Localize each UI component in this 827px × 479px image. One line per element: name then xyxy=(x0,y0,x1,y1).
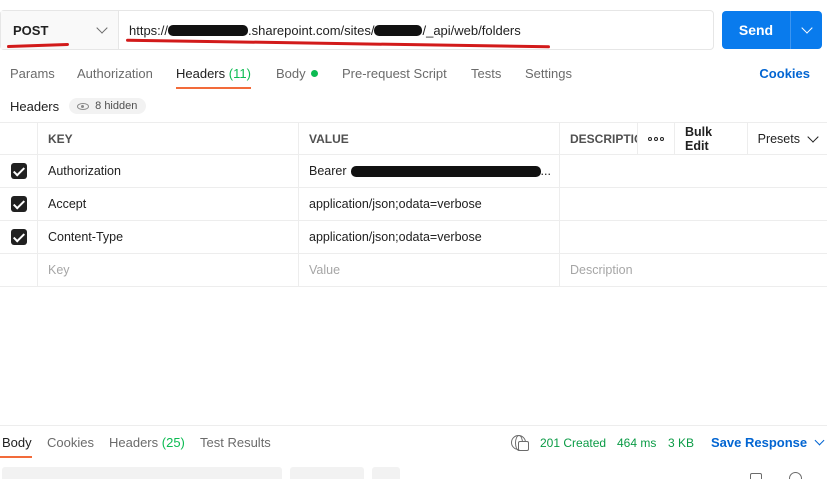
tab-pre-request-script[interactable]: Pre-request Script xyxy=(342,66,447,81)
table-row: Accept application/json;odata=verbose xyxy=(0,188,827,221)
method-label: POST xyxy=(13,22,49,38)
header-description-cell[interactable] xyxy=(560,221,827,253)
view-mode-segmented-control[interactable] xyxy=(2,467,282,479)
send-button-group: Send xyxy=(722,11,822,49)
hidden-headers-toggle[interactable]: 8 hidden xyxy=(69,98,147,114)
tab-settings[interactable]: Settings xyxy=(525,66,572,81)
header-key-cell[interactable]: Content-Type xyxy=(38,221,299,253)
table-tools: Bulk Edit Presets xyxy=(637,123,827,154)
method-select[interactable]: POST xyxy=(1,11,119,49)
redaction-mark xyxy=(374,24,423,36)
wrap-lines-button[interactable] xyxy=(372,467,400,479)
new-key-input[interactable]: Key xyxy=(38,254,299,286)
headers-title: Headers xyxy=(10,98,60,114)
column-key-header: KEY xyxy=(38,123,299,154)
headers-section-header: Headers 8 hidden xyxy=(10,96,147,116)
response-size[interactable]: 3 KB xyxy=(668,436,694,450)
table-row: Authorization Bearer ... xyxy=(0,155,827,188)
request-tabs: Params Authorization Headers (11) Body P… xyxy=(0,60,827,90)
table-header-row: KEY VALUE DESCRIPTION Bulk Edit Presets xyxy=(0,122,827,155)
annotation-underline xyxy=(126,38,550,49)
status-badge[interactable]: 201 Created xyxy=(540,436,606,450)
url-prefix: https:// xyxy=(129,22,169,38)
table-row-new: Key Value Description xyxy=(0,254,827,287)
more-horizontal-icon xyxy=(648,136,664,141)
headers-table: KEY VALUE DESCRIPTION Bulk Edit Presets … xyxy=(0,122,827,287)
chevron-down-icon xyxy=(814,435,825,446)
globe-icon[interactable] xyxy=(511,435,529,451)
send-options-button[interactable] xyxy=(790,11,822,49)
header-key-cell[interactable]: Accept xyxy=(38,188,299,220)
response-time[interactable]: 464 ms xyxy=(617,436,656,450)
tab-headers-count: (11) xyxy=(228,66,251,81)
presets-label: Presets xyxy=(757,131,800,146)
save-response-button[interactable]: Save Response xyxy=(711,435,825,450)
new-description-input[interactable]: Description xyxy=(560,254,827,286)
header-description-cell[interactable] xyxy=(560,155,827,187)
tab-params[interactable]: Params xyxy=(10,66,55,81)
header-value-cell[interactable]: application/json;odata=verbose xyxy=(299,221,560,253)
response-tab-headers-label: Headers xyxy=(109,435,159,450)
body-status-dot-icon xyxy=(310,70,318,77)
redaction-mark xyxy=(168,24,249,36)
header-value-text: Bearer xyxy=(309,164,347,178)
url-path: /_api/web/folders xyxy=(422,22,521,38)
row-check-cell xyxy=(0,188,38,220)
response-tab-headers-count: (25) xyxy=(161,435,185,450)
active-tab-indicator xyxy=(176,87,251,89)
chevron-down-icon xyxy=(807,130,819,143)
column-value-header: VALUE xyxy=(299,123,560,154)
response-panel: Body Cookies Headers (25) Test Results 2… xyxy=(0,425,827,479)
response-tab-body[interactable]: Body xyxy=(2,435,32,450)
checkbox-checked-icon[interactable] xyxy=(10,196,27,212)
search-icon[interactable] xyxy=(789,472,802,479)
cookies-link[interactable]: Cookies xyxy=(759,66,810,81)
send-button[interactable]: Send xyxy=(722,11,790,49)
response-toolbar xyxy=(2,467,400,479)
response-tab-test-results[interactable]: Test Results xyxy=(200,435,271,450)
table-row: Content-Type application/json;odata=verb… xyxy=(0,221,827,254)
header-key-cell[interactable]: Authorization xyxy=(38,155,299,187)
copy-icon[interactable] xyxy=(750,473,762,479)
response-tab-cookies[interactable]: Cookies xyxy=(47,435,94,450)
url-host: .sharepoint.com/sites/ xyxy=(248,22,375,38)
row-check-cell xyxy=(0,221,38,253)
format-select[interactable] xyxy=(290,467,364,479)
tab-body-label: Body xyxy=(276,66,306,81)
chevron-down-icon xyxy=(96,22,108,34)
hidden-headers-label: 8 hidden xyxy=(95,100,138,112)
chevron-down-icon xyxy=(800,22,813,34)
eye-icon xyxy=(77,102,90,110)
header-value-ellipsis: ... xyxy=(540,164,551,178)
row-check-cell xyxy=(0,155,38,187)
header-value-cell[interactable]: Bearer ... xyxy=(299,155,560,187)
save-response-label: Save Response xyxy=(711,435,808,450)
bulk-edit-button[interactable]: Bulk Edit xyxy=(674,123,747,154)
url-input[interactable]: https:// .sharepoint.com/sites/ /_api/we… xyxy=(119,11,713,49)
header-check-cell xyxy=(0,123,38,154)
new-value-input[interactable]: Value xyxy=(299,254,560,286)
checkbox-checked-icon[interactable] xyxy=(10,163,27,179)
presets-dropdown[interactable]: Presets xyxy=(746,123,827,154)
header-description-cell[interactable] xyxy=(560,188,827,220)
more-options-button[interactable] xyxy=(637,123,674,154)
tab-headers[interactable]: Headers (11) xyxy=(176,66,251,81)
tab-authorization[interactable]: Authorization xyxy=(77,66,153,81)
row-check-cell xyxy=(0,254,38,286)
header-value-cell[interactable]: application/json;odata=verbose xyxy=(299,188,560,220)
active-tab-indicator xyxy=(0,456,32,458)
tab-headers-label: Headers xyxy=(176,66,226,81)
tab-body[interactable]: Body xyxy=(276,66,318,81)
request-url-bar: POST https:// .sharepoint.com/sites/ /_a… xyxy=(0,10,714,50)
checkbox-checked-icon[interactable] xyxy=(10,229,27,245)
tab-tests[interactable]: Tests xyxy=(471,66,501,81)
redaction-mark xyxy=(350,165,541,177)
annotation-underline xyxy=(6,42,70,49)
response-tab-headers[interactable]: Headers (25) xyxy=(109,435,185,450)
